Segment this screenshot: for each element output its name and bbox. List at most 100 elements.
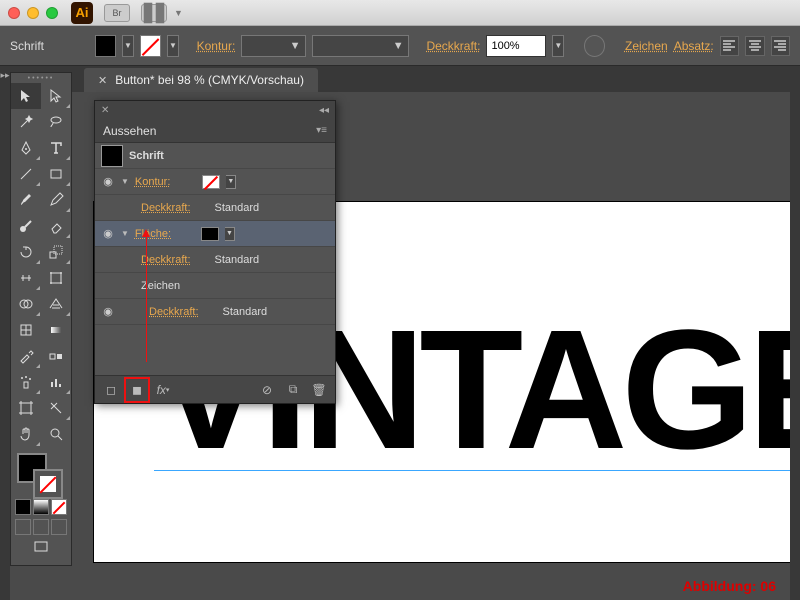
bridge-button[interactable]: Br [104, 4, 130, 22]
paragraph-panel-link[interactable]: Absatz: [674, 39, 714, 53]
color-mode-button[interactable] [15, 499, 31, 515]
stroke-link[interactable]: Kontur: [135, 176, 170, 188]
duplicate-item-button[interactable]: ⧉ [283, 380, 303, 400]
column-graph-tool[interactable] [41, 369, 71, 395]
stroke-color-box[interactable] [33, 469, 63, 499]
delete-item-button[interactable]: 🗑 [309, 380, 329, 400]
gradient-mode-button[interactable] [33, 499, 49, 515]
stroke-swatch-dropdown[interactable]: ▼ [167, 35, 179, 57]
disclosure-triangle-icon[interactable]: ▼ [121, 177, 129, 186]
opacity-value: Standard [215, 254, 260, 266]
fill-color-dropdown[interactable]: ▼ [225, 227, 235, 241]
opacity-link[interactable]: Deckkraft: [141, 202, 191, 214]
right-dock-collapse[interactable] [790, 66, 800, 600]
width-tool[interactable] [11, 265, 41, 291]
appearance-object-opacity-row[interactable]: ◉ Deckkraft: Standard [95, 299, 335, 325]
variable-width-profile-dropdown[interactable]: ▼ [312, 35, 409, 57]
panel-tab-bar[interactable]: ✕ ◂◂ [95, 101, 335, 119]
slice-tool[interactable] [41, 395, 71, 421]
stroke-weight-dropdown[interactable]: ▼ [241, 35, 305, 57]
line-segment-tool[interactable] [11, 161, 41, 187]
symbol-sprayer-tool[interactable] [11, 369, 41, 395]
appearance-fill-opacity-row[interactable]: Deckkraft: Standard [95, 247, 335, 273]
visibility-toggle-icon[interactable]: ◉ [101, 175, 115, 188]
appearance-panel: ✕ ◂◂ Aussehen ▾≡ Schrift ◉ ▼ Kontur: ▼ D… [94, 100, 336, 404]
character-panel-link[interactable]: Zeichen [625, 39, 668, 53]
draw-inside-button[interactable] [51, 519, 67, 535]
stroke-swatch[interactable] [140, 35, 161, 57]
close-window-button[interactable] [8, 7, 20, 19]
appearance-stroke-opacity-row[interactable]: Deckkraft: Standard [95, 195, 335, 221]
opacity-panel-link[interactable]: Deckkraft: [426, 39, 480, 53]
scale-tool[interactable] [41, 239, 71, 265]
visibility-toggle-icon[interactable]: ◉ [101, 305, 115, 318]
artboard-tool[interactable] [11, 395, 41, 421]
blob-brush-tool[interactable] [11, 213, 41, 239]
fill-swatch[interactable] [95, 35, 116, 57]
zoom-tool[interactable] [41, 421, 71, 447]
rotate-tool[interactable] [11, 239, 41, 265]
appearance-fill-row[interactable]: ◉ ▼ Fläche: ▼ [95, 221, 335, 247]
type-thumbnail [101, 145, 123, 167]
align-right-button[interactable] [771, 36, 790, 56]
blend-tool[interactable] [41, 343, 71, 369]
new-fill-button[interactable]: ◼ [127, 380, 147, 400]
hand-tool[interactable] [11, 421, 41, 447]
close-panel-icon[interactable]: ✕ [101, 105, 109, 116]
free-transform-tool[interactable] [41, 265, 71, 291]
appearance-type-row[interactable]: Schrift [95, 143, 335, 169]
visibility-toggle-icon[interactable]: ◉ [101, 227, 115, 240]
disclosure-triangle-icon[interactable]: ▼ [121, 229, 129, 238]
new-stroke-button[interactable]: ◻ [101, 380, 121, 400]
eyedropper-tool[interactable] [11, 343, 41, 369]
align-center-button[interactable] [745, 36, 764, 56]
panel-menu-icon[interactable]: ▾≡ [316, 125, 327, 136]
magic-wand-tool[interactable] [11, 109, 41, 135]
opacity-dropdown[interactable]: ▼ [552, 35, 564, 57]
add-effect-button[interactable]: fx▾ [153, 380, 173, 400]
none-mode-button[interactable] [51, 499, 67, 515]
fill-stroke-control[interactable] [15, 451, 67, 497]
baseline-indicator [154, 470, 790, 471]
arrange-documents-button[interactable] [141, 4, 167, 22]
draw-normal-button[interactable] [15, 519, 31, 535]
recolor-artwork-button[interactable] [584, 35, 605, 57]
pencil-tool[interactable] [41, 187, 71, 213]
fill-link[interactable]: Fläche: [135, 228, 171, 240]
stroke-color-dropdown[interactable]: ▼ [226, 175, 236, 189]
opacity-link[interactable]: Deckkraft: [149, 306, 199, 318]
opacity-link[interactable]: Deckkraft: [141, 254, 191, 266]
document-tab[interactable]: ✕ Button* bei 98 % (CMYK/Vorschau) [84, 68, 318, 92]
pen-tool[interactable] [11, 135, 41, 161]
stroke-panel-link[interactable]: Kontur: [197, 39, 236, 53]
type-label: Schrift [129, 150, 164, 162]
align-left-button[interactable] [720, 36, 739, 56]
shape-builder-tool[interactable] [11, 291, 41, 317]
opacity-input[interactable] [486, 35, 546, 57]
selection-tool[interactable] [11, 83, 41, 109]
draw-behind-button[interactable] [33, 519, 49, 535]
type-tool[interactable] [41, 135, 71, 161]
fill-swatch-dropdown[interactable]: ▼ [122, 35, 134, 57]
minimize-window-button[interactable] [27, 7, 39, 19]
eraser-tool[interactable] [41, 213, 71, 239]
zoom-window-button[interactable] [46, 7, 58, 19]
appearance-characters-row[interactable]: Zeichen [95, 273, 335, 299]
stroke-color-swatch[interactable] [202, 175, 220, 189]
gradient-tool[interactable] [41, 317, 71, 343]
direct-selection-tool[interactable] [41, 83, 71, 109]
left-dock-collapse[interactable]: ▸▸ [0, 66, 10, 600]
appearance-panel-footer: ◻ ◼ fx▾ ⊘ ⧉ 🗑 [95, 375, 335, 403]
rectangle-tool[interactable] [41, 161, 71, 187]
screen-mode-button[interactable] [11, 535, 71, 559]
collapse-panel-icon[interactable]: ◂◂ [319, 105, 329, 116]
lasso-tool[interactable] [41, 109, 71, 135]
paintbrush-tool[interactable] [11, 187, 41, 213]
tools-panel: •••••• [10, 72, 72, 566]
mesh-tool[interactable] [11, 317, 41, 343]
perspective-grid-tool[interactable] [41, 291, 71, 317]
fill-color-swatch[interactable] [201, 227, 219, 241]
clear-appearance-button[interactable]: ⊘ [257, 380, 277, 400]
appearance-stroke-row[interactable]: ◉ ▼ Kontur: ▼ [95, 169, 335, 195]
close-tab-icon[interactable]: ✕ [98, 74, 107, 87]
